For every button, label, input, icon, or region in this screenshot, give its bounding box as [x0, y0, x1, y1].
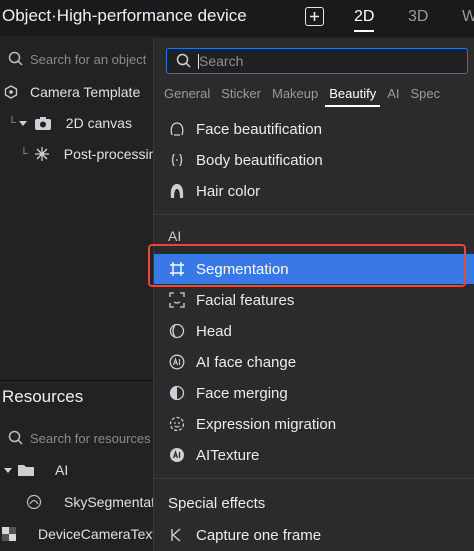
- tab-3d[interactable]: 3D: [408, 8, 428, 26]
- chevron-down-icon: [18, 121, 27, 126]
- menu-item-capture-one-frame[interactable]: Capture one frame: [154, 520, 474, 550]
- search-icon: [8, 51, 23, 66]
- menu-item-face-beautification[interactable]: Face beautification: [154, 114, 474, 144]
- tree-item-camera-template[interactable]: Camera Template: [0, 80, 140, 104]
- face-scan-icon: [168, 291, 186, 309]
- view-mode-tabs: 2D 3D W: [340, 0, 474, 36]
- ai-badge-icon: [168, 353, 186, 371]
- menu-item-label: Expression migration: [196, 415, 337, 433]
- menu-item-hair-color[interactable]: Hair color: [154, 176, 474, 206]
- menu-item-label: Face beautification: [196, 120, 322, 138]
- camera-template-icon: [4, 85, 18, 99]
- tab-general[interactable]: General: [164, 86, 210, 101]
- tab-spec[interactable]: Spec: [411, 86, 441, 101]
- tree-connector: └: [8, 117, 16, 129]
- head-icon: [168, 322, 186, 340]
- hair-icon: [168, 182, 186, 200]
- search-icon: [176, 53, 191, 68]
- panel-title: Object·High-performance device: [2, 6, 247, 25]
- chevron-down-icon: [4, 468, 12, 473]
- menu-search-field[interactable]: [166, 48, 468, 74]
- tree-item-2d-canvas[interactable]: └ 2D canvas: [0, 111, 132, 135]
- tab-w[interactable]: W: [462, 8, 474, 26]
- menu-item-label: Head: [196, 322, 232, 340]
- tab-sticker[interactable]: Sticker: [221, 86, 261, 101]
- menu-item-expression-migration[interactable]: Expression migration: [154, 409, 474, 439]
- object-panel-header: Object·High-performance device: [0, 0, 340, 36]
- menu-item-segmentation[interactable]: Segmentation: [154, 254, 474, 284]
- menu-item-label: Capture one frame: [196, 526, 322, 544]
- menu-divider: [154, 214, 474, 215]
- menu-item-face-merging[interactable]: Face merging: [154, 378, 474, 408]
- resource-item-skysegmentation[interactable]: SkySegmentation: [0, 490, 174, 514]
- tab-2d[interactable]: 2D: [354, 8, 375, 32]
- sparkle-icon: [34, 147, 49, 161]
- folder-icon: [18, 465, 34, 476]
- face-icon: [168, 120, 186, 138]
- object-search-placeholder: Search for an object: [30, 51, 147, 67]
- menu-item-head[interactable]: Head: [154, 316, 474, 346]
- tree-item-label: Post-processing: [63, 146, 165, 162]
- category-tabs: General Sticker Makeup Beautify AI Spec: [154, 80, 474, 107]
- capture-icon: [168, 526, 186, 544]
- tree-item-post-processing[interactable]: └ Post-processing: [0, 142, 164, 166]
- crop-icon: [168, 260, 186, 278]
- menu-item-label: Face merging: [196, 384, 288, 402]
- tree-item-label: 2D canvas: [65, 115, 132, 131]
- expression-icon: [168, 415, 186, 433]
- menu-item-label: AITexture: [196, 446, 260, 464]
- menu-search-input[interactable]: [199, 53, 459, 69]
- tab-ai[interactable]: AI: [387, 86, 399, 101]
- body-icon: [168, 151, 186, 169]
- checker-icon: [2, 527, 16, 541]
- section-label-special-effects: Special effects: [168, 495, 266, 512]
- menu-item-label: AI face change: [196, 353, 297, 371]
- add-component-menu: General Sticker Makeup Beautify AI Spec …: [153, 38, 474, 551]
- add-object-button[interactable]: [305, 7, 324, 26]
- resource-item-ai-folder[interactable]: AI: [0, 458, 68, 482]
- menu-item-body-beautification[interactable]: Body beautification: [154, 145, 474, 175]
- menu-item-label: Segmentation: [196, 260, 289, 278]
- resource-item-devicecameratexture[interactable]: DeviceCameraTexture: [0, 522, 177, 546]
- tab-beautify[interactable]: Beautify: [325, 86, 381, 107]
- menu-item-label: Facial features: [196, 291, 295, 309]
- menu-item-label: Body beautification: [196, 151, 323, 169]
- face-merge-icon: [168, 384, 186, 402]
- ai-texture-icon: [168, 446, 186, 464]
- tree-connector: └: [20, 148, 28, 160]
- object-search[interactable]: Search for an object: [0, 46, 160, 72]
- menu-divider: [154, 478, 474, 479]
- menu-item-facial-features[interactable]: Facial features: [154, 285, 474, 315]
- resources-title: Resources: [0, 380, 160, 412]
- tree-item-label: Camera Template: [30, 84, 141, 100]
- menu-item-ai-face-change[interactable]: AI face change: [154, 347, 474, 377]
- resource-item-label: AI: [55, 462, 69, 478]
- plus-square-icon: [310, 12, 319, 21]
- camera-icon: [34, 116, 51, 130]
- search-icon: [8, 430, 23, 445]
- resources-search[interactable]: Search for resources: [0, 425, 160, 451]
- menu-item-label: Hair color: [196, 182, 261, 200]
- resources-search-placeholder: Search for resources: [30, 430, 151, 446]
- menu-item-aitexture[interactable]: AITexture: [154, 440, 474, 470]
- tab-makeup[interactable]: Makeup: [272, 86, 318, 101]
- section-label-ai: AI: [168, 228, 182, 244]
- segmentation-res-icon: [26, 494, 42, 510]
